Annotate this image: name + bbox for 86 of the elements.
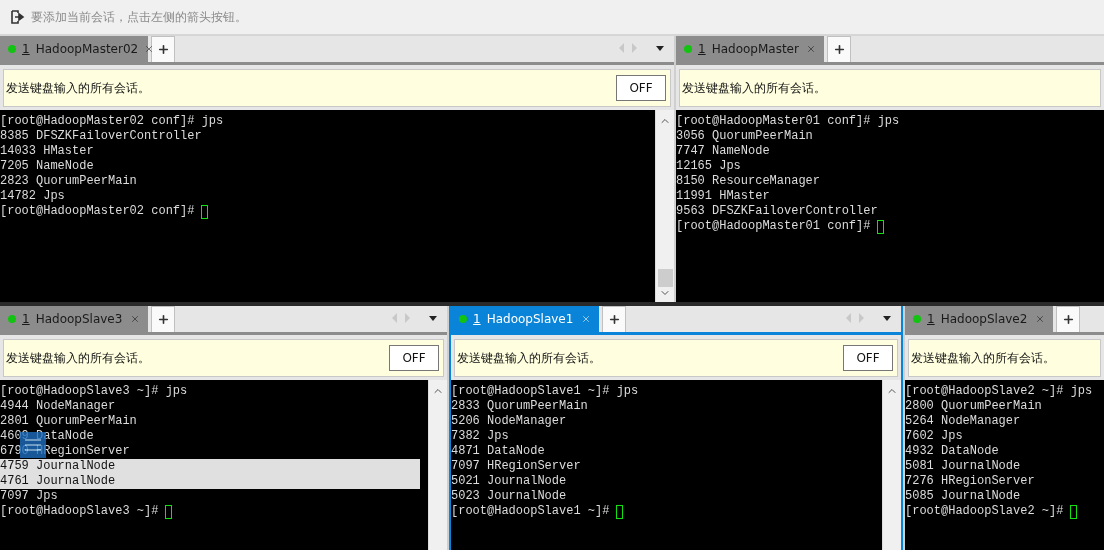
status-dot-icon xyxy=(459,315,467,323)
dropdown-icon[interactable] xyxy=(429,316,437,321)
close-icon[interactable] xyxy=(1035,314,1045,324)
dropdown-icon[interactable] xyxy=(883,316,891,321)
terminal-prompt: [root@HadoopMaster01 conf]# xyxy=(676,219,871,234)
cursor-icon xyxy=(201,204,209,219)
terminal-line: 5081 JournalNode xyxy=(905,459,1021,474)
terminal-screen[interactable]: [root@HadoopSlave2 ~]# jps 2800 QuorumPeerMain 5264 NodeManager 7602 Jps 4932 DataNode 5081 JournalNode 7276 HRegionServer 5085 JournalNode [root@HadoopSlave2 ~]# xyxy=(905,380,1104,550)
off-button[interactable]: OFF xyxy=(843,345,893,371)
new-tab-button[interactable] xyxy=(602,306,626,332)
terminal-line: 14782 Jps xyxy=(0,189,65,204)
terminal-line: 3056 QuorumPeerMain xyxy=(676,129,813,144)
terminal-prompt: [root@HadoopSlave3 ~]# xyxy=(0,504,159,519)
terminal-line: [root@HadoopMaster02 conf]# jps xyxy=(0,114,224,129)
banner-text: 发送键盘输入的所有会话。 xyxy=(911,349,1055,367)
terminal-line: 4944 NodeManager xyxy=(0,399,116,414)
terminal-line: 7205 NameNode xyxy=(0,159,94,174)
status-dot-icon xyxy=(684,45,692,53)
session-tab[interactable]: 1 HadoopMaster xyxy=(676,36,824,62)
terminal-line: 5206 NodeManager xyxy=(451,414,567,429)
close-icon[interactable] xyxy=(130,314,140,324)
cursor-icon xyxy=(165,504,173,519)
terminal-line: 12165 Jps xyxy=(676,159,741,174)
terminal-line: 2800 QuorumPeerMain xyxy=(905,399,1042,414)
dropdown-icon[interactable] xyxy=(656,46,664,51)
new-tab-button[interactable] xyxy=(1056,306,1080,332)
terminal-line: 9563 DFSZKFailoverController xyxy=(676,204,878,219)
terminal-line: 2801 QuorumPeerMain xyxy=(0,414,137,429)
terminal-line: 11991 HMaster xyxy=(676,189,770,204)
terminal-line: 4871 DataNode xyxy=(451,444,545,459)
terminal-prompt: [root@HadoopSlave2 ~]# xyxy=(905,504,1064,519)
banner-text: 发送键盘输入的所有会话。 xyxy=(6,79,150,97)
terminal-line: 7276 HRegionServer xyxy=(905,474,1035,489)
scrollbar[interactable] xyxy=(655,110,674,302)
session-tab[interactable]: 1 HadoopSlave2 xyxy=(905,306,1053,332)
terminal-line: 7382 Jps xyxy=(451,429,509,444)
terminal-line: [root@HadoopMaster01 conf]# jps xyxy=(676,114,900,129)
close-icon[interactable] xyxy=(806,44,816,54)
status-dot-icon xyxy=(8,315,16,323)
plus-icon xyxy=(607,313,621,326)
session-tab[interactable]: 1 HadoopSlave1 xyxy=(451,306,599,332)
terminal-line: 7602 Jps xyxy=(905,429,963,444)
new-tab-button[interactable] xyxy=(827,36,851,62)
terminal-line: 5021 JournalNode xyxy=(451,474,567,489)
terminal-line: 7097 Jps xyxy=(0,489,58,504)
terminal-line: [root@HadoopSlave2 ~]# jps xyxy=(905,384,1093,399)
terminal-screen[interactable]: [root@HadoopMaster02 conf]# jps 8385 DFSZKFailoverController 14033 HMaster 7205 NameNode 2823 QuorumPeerMain 14782 Jps [root@HadoopMaster02 conf]# xyxy=(0,110,655,302)
terminal-line: 5264 NodeManager xyxy=(905,414,1021,429)
terminal-screen[interactable]: [root@HadoopMaster01 conf]# jps 3056 QuorumPeerMain 7747 NameNode 12165 Jps 8150 ResourceManager 11991 HMaster 9563 DFSZKFailoverController [root@HadoopMaster01 conf]# xyxy=(676,110,1104,302)
status-dot-icon xyxy=(8,45,16,53)
banner-text: 发送键盘输入的所有会话。 xyxy=(682,79,826,97)
terminal-line: 5085 JournalNode xyxy=(905,489,1021,504)
new-tab-button[interactable] xyxy=(151,306,175,332)
cursor-icon xyxy=(616,504,624,519)
hint-text: 要添加当前会话，点击左侧的箭头按钮。 xyxy=(31,8,247,26)
terminal-line: 8385 DFSZKFailoverController xyxy=(0,129,202,144)
plus-icon xyxy=(1061,313,1075,326)
terminal-line: 14033 HMaster xyxy=(0,144,94,159)
scrollbar[interactable] xyxy=(882,380,901,550)
terminal-prompt: [root@HadoopSlave1 ~]# xyxy=(451,504,610,519)
scrollbar[interactable] xyxy=(428,380,447,550)
terminal-line: [root@HadoopSlave3 ~]# jps xyxy=(0,384,188,399)
plus-icon xyxy=(156,313,170,326)
new-tab-button[interactable] xyxy=(151,36,175,62)
banner-text: 发送键盘输入的所有会话。 xyxy=(6,349,150,367)
plus-icon xyxy=(156,43,170,56)
terminal-line: 4932 DataNode xyxy=(905,444,999,459)
plus-icon xyxy=(832,43,846,56)
banner-text: 发送键盘输入的所有会话。 xyxy=(457,349,601,367)
terminal-line: [root@HadoopSlave1 ~]# jps xyxy=(451,384,639,399)
session-tab[interactable]: 1 HadoopSlave3 xyxy=(0,306,148,332)
terminal-prompt: [root@HadoopMaster02 conf]# xyxy=(0,204,195,219)
scroll-thumb[interactable] xyxy=(657,269,673,287)
off-button[interactable]: OFF xyxy=(389,345,439,371)
cursor-icon xyxy=(877,219,885,234)
terminal-line: 7097 HRegionServer xyxy=(451,459,581,474)
terminal-line: 7747 NameNode xyxy=(676,144,770,159)
terminal-screen[interactable]: [root@HadoopSlave1 ~]# jps 2833 QuorumPeerMain 5206 NodeManager 7382 Jps 4871 DataNode 7097 HRegionServer 5021 JournalNode 5023 JournalNode [root@HadoopSlave1 ~]# xyxy=(451,380,882,550)
terminal-line: 2833 QuorumPeerMain xyxy=(451,399,588,414)
cursor-icon xyxy=(1070,504,1078,519)
status-dot-icon xyxy=(913,315,921,323)
terminal-line: 2823 QuorumPeerMain xyxy=(0,174,137,189)
off-button[interactable]: OFF xyxy=(616,75,666,101)
add-session-arrow-icon[interactable] xyxy=(11,10,25,24)
terminal-line: 5023 JournalNode xyxy=(451,489,567,504)
terminal-line: 8150 ResourceManager xyxy=(676,174,821,189)
